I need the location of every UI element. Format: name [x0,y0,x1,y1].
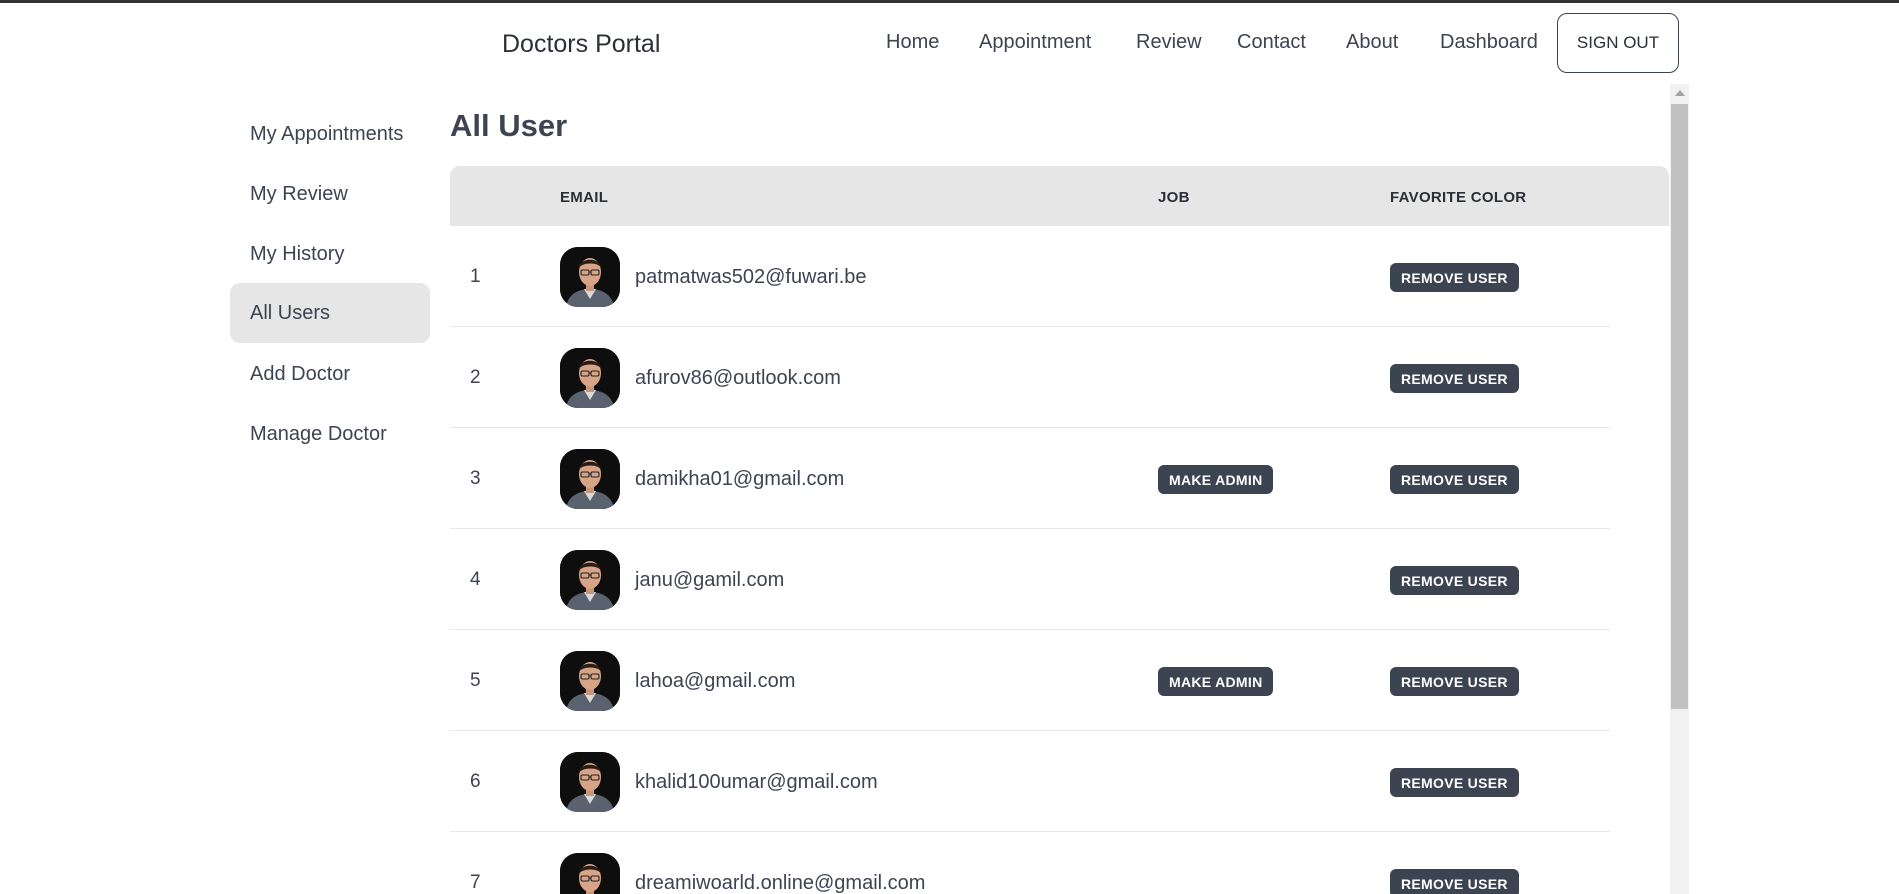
table-row: 2 afurov86@outlook.com REMOVE USER [450,327,1610,428]
nav-home[interactable]: Home [886,31,939,54]
nav-appointment[interactable]: Appointment [979,31,1091,54]
nav-contact[interactable]: Contact [1237,31,1306,54]
column-header-favorite-color: FAVORITE COLOR [1390,189,1527,206]
user-email: dreamiwoarld.online@gmail.com [635,872,926,894]
remove-user-button[interactable]: REMOVE USER [1390,768,1519,797]
avatar [560,752,620,812]
column-header-job: JOB [1158,189,1190,206]
sidebar-item-my-review[interactable]: My Review [230,164,430,224]
nav-review[interactable]: Review [1136,31,1202,54]
remove-user-button[interactable]: REMOVE USER [1390,667,1519,696]
window-top-border [0,0,1899,3]
sidebar-item-my-history[interactable]: My History [230,224,430,284]
sidebar-item-add-doctor[interactable]: Add Doctor [230,344,430,404]
remove-user-button[interactable]: REMOVE USER [1390,566,1519,595]
make-admin-button[interactable]: MAKE ADMIN [1158,465,1274,494]
avatar [560,348,620,408]
row-index: 6 [470,771,481,792]
remove-user-button[interactable]: REMOVE USER [1390,263,1519,292]
scrollbar-thumb[interactable] [1671,104,1688,709]
nav-dashboard[interactable]: Dashboard [1440,31,1538,54]
brand-title[interactable]: Doctors Portal [502,30,660,59]
page-title: All User [450,108,568,143]
column-header-email: EMAIL [560,189,609,206]
sidebar-item-all-users[interactable]: All Users [230,283,430,343]
make-admin-button[interactable]: MAKE ADMIN [1158,667,1274,696]
table-row: 5 lahoa@gmail.com MAKE ADMIN REMOVE USER [450,630,1610,731]
table-row: 6 khalid100umar@gmail.com REMOVE USER [450,731,1610,832]
user-email: patmatwas502@fuwari.be [635,266,867,288]
avatar [560,651,620,711]
table-header: EMAIL JOB FAVORITE COLOR [450,166,1669,226]
chevron-up-icon [1674,90,1685,96]
sign-out-button[interactable]: SIGN OUT [1557,13,1679,73]
user-email: lahoa@gmail.com [635,670,796,692]
user-email: janu@gamil.com [635,569,785,591]
sidebar-item-manage-doctor[interactable]: Manage Doctor [230,404,430,464]
avatar [560,550,620,610]
remove-user-button[interactable]: REMOVE USER [1390,364,1519,393]
avatar [560,853,620,894]
row-index: 3 [470,468,481,489]
table-row: 4 janu@gamil.com REMOVE USER [450,529,1610,630]
table-row: 3 damikha01@gmail.com MAKE ADMIN REMOVE USE… [450,428,1610,529]
sidebar-item-my-appointments[interactable]: My Appointments [230,104,430,164]
row-index: 4 [470,569,481,590]
row-index: 7 [470,872,481,893]
user-email: damikha01@gmail.com [635,468,845,490]
scroll-up-button[interactable] [1670,84,1689,102]
table-row: 1 patmatwas502@fuwari.be REMOVE USER [450,226,1610,327]
avatar [560,449,620,509]
remove-user-button[interactable]: REMOVE USER [1390,869,1519,894]
nav-about[interactable]: About [1346,31,1398,54]
row-index: 1 [470,266,481,287]
row-index: 2 [470,367,481,388]
row-index: 5 [470,670,481,691]
user-email: khalid100umar@gmail.com [635,771,878,793]
table-row: 7 dreamiwoarld.online@gmail.com REMOVE USE… [450,832,1610,894]
remove-user-button[interactable]: REMOVE USER [1390,465,1519,494]
user-email: afurov86@outlook.com [635,367,841,389]
avatar [560,247,620,307]
